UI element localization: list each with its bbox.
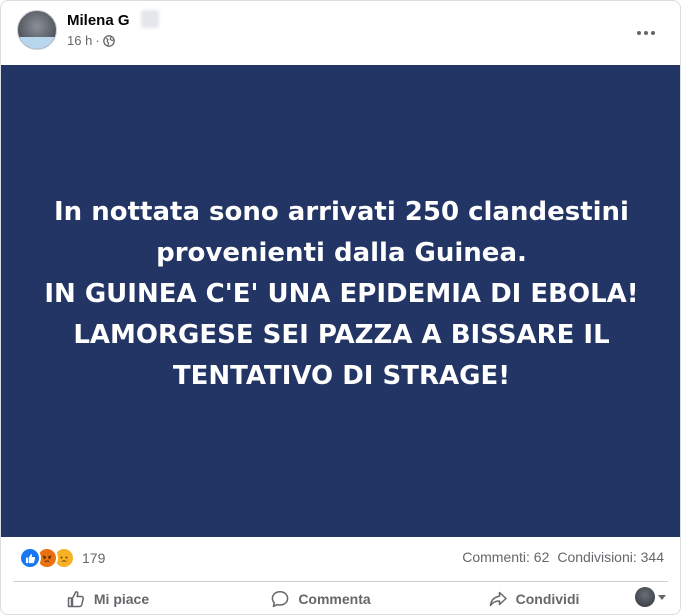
comment-button[interactable]: Commenta xyxy=(214,589,427,609)
redacted-surname xyxy=(141,10,159,28)
thumbs-up-icon xyxy=(67,591,84,608)
post-card: Milena G 16 h · In nottata sono arrivati… xyxy=(0,0,681,615)
post-stats: 179 Commenti: 62 Condivisioni: 344 xyxy=(1,541,680,575)
profile-selector[interactable] xyxy=(635,587,666,607)
reactions-summary[interactable]: 179 xyxy=(19,547,105,569)
post-meta: 16 h · xyxy=(67,33,115,48)
like-label: Mi piace xyxy=(93,591,150,607)
profile-avatar xyxy=(635,587,655,607)
image-text-line: TENTATIVO DI STRAGE! xyxy=(172,361,511,391)
stats-divider xyxy=(13,581,668,582)
share-button[interactable]: Condividi xyxy=(427,589,640,609)
image-text-line: IN GUINEA C'E' UNA EPIDEMIA DI EBOLA! xyxy=(44,279,639,309)
like-button[interactable]: Mi piace xyxy=(1,589,214,609)
comment-label: Commenta xyxy=(298,591,371,607)
comment-icon xyxy=(271,591,289,608)
comments-count[interactable]: Commenti: 62 xyxy=(462,549,549,565)
author-avatar[interactable] xyxy=(17,10,57,50)
meta-separator: · xyxy=(95,33,100,48)
like-icon xyxy=(19,547,41,569)
image-text: In nottata sono arrivati 250 clandestini… xyxy=(22,192,662,397)
image-text-line: provenienti dalla Guinea. xyxy=(156,238,527,268)
action-bar: Mi piace Commenta Condividi xyxy=(1,583,680,614)
reaction-count: 179 xyxy=(82,550,106,566)
post-image[interactable]: In nottata sono arrivati 250 clandestini… xyxy=(1,65,680,537)
share-label: Condividi xyxy=(515,591,580,607)
chevron-down-icon xyxy=(658,594,666,600)
shares-count[interactable]: Condivisioni: 344 xyxy=(557,549,664,565)
post-header: Milena G 16 h · xyxy=(1,1,680,63)
more-options-icon[interactable] xyxy=(634,21,658,45)
post-time[interactable]: 16 h xyxy=(67,33,92,48)
share-icon xyxy=(489,591,507,607)
author-name[interactable]: Milena G xyxy=(67,12,130,29)
engagement-counts: Commenti: 62 Condivisioni: 344 xyxy=(462,549,664,565)
globe-icon xyxy=(102,34,115,47)
image-text-line: In nottata sono arrivati 250 clandestini xyxy=(54,197,629,227)
image-text-line: LAMORGESE SEI PAZZA A BISSARE IL xyxy=(73,320,610,350)
